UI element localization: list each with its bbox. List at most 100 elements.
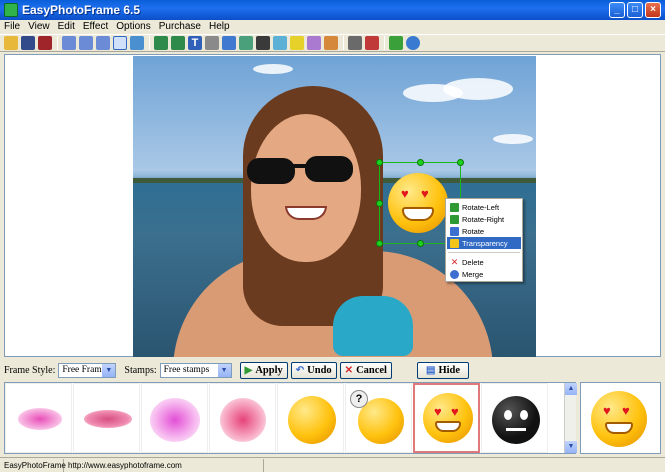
stamps-select[interactable]: Free stamps ▼ (159, 362, 232, 378)
frame-icon[interactable] (205, 36, 219, 50)
status-app: EasyPhotoFrame (0, 458, 66, 472)
menu-file[interactable]: File (4, 20, 20, 34)
levels-icon[interactable] (307, 36, 321, 50)
resize-icon[interactable] (171, 36, 185, 50)
open-folder-icon[interactable] (4, 36, 18, 50)
menu-bar: File View Edit Effect Options Purchase H… (0, 20, 665, 34)
red-eye-icon[interactable] (290, 36, 304, 50)
menu-help[interactable]: Help (209, 20, 230, 34)
menu-separator (448, 252, 520, 253)
menu-purchase[interactable]: Purchase (159, 20, 201, 34)
preview-love-emoji: ♥ ♥ (591, 391, 647, 447)
menu-item-rotate-left[interactable]: Rotate-Left (447, 201, 521, 213)
minimize-button[interactable]: _ (609, 2, 625, 18)
text-icon[interactable]: T (188, 36, 202, 50)
apply-button[interactable]: ▶ Apply (239, 361, 288, 379)
status-url: http://www.easyphotoframe.com (64, 458, 264, 472)
stamp-gallery: ? ♥ ♥ (4, 382, 576, 454)
app-icon (4, 3, 18, 17)
menu-item-delete[interactable]: ✕ Delete (447, 256, 521, 268)
title-bar: EasyPhotoFrame 6.5 _ □ × (0, 0, 665, 20)
toolbar-separator (343, 36, 344, 50)
rotate-right-icon (450, 214, 459, 224)
stamp-thumbnail[interactable] (209, 383, 276, 453)
transparency-icon (450, 238, 459, 248)
stamp-thumbnail[interactable] (141, 383, 208, 453)
scroll-down-icon[interactable]: ▼ (565, 441, 577, 453)
web-icon[interactable] (406, 36, 420, 50)
cloud (493, 134, 533, 144)
resize-handle[interactable] (417, 159, 424, 166)
play-icon: ▶ (244, 364, 253, 376)
stamp-thumbnail[interactable] (73, 383, 140, 453)
chevron-down-icon[interactable]: ▼ (102, 363, 116, 377)
crop-icon[interactable] (154, 36, 168, 50)
save-as-icon[interactable] (38, 36, 52, 50)
fit-icon[interactable] (130, 36, 144, 50)
cloud (443, 78, 513, 100)
flip-icon[interactable] (239, 36, 253, 50)
menu-options[interactable]: Options (116, 20, 150, 34)
select-icon[interactable] (113, 36, 127, 50)
status-bar: EasyPhotoFrame http://www.easyphotoframe… (0, 457, 665, 472)
print-preview-icon[interactable] (365, 36, 379, 50)
zoom-in-icon[interactable] (79, 36, 93, 50)
maximize-button[interactable]: □ (627, 2, 643, 18)
menu-item-rotate[interactable]: Rotate (447, 225, 521, 237)
controls-bar: Frame Style: Free Frames ▼ Stamps: Free … (0, 360, 665, 380)
toolbar: T (0, 34, 665, 52)
stamp-thumbnail[interactable]: ? (345, 383, 412, 453)
rotate-icon[interactable] (222, 36, 236, 50)
close-icon: ✕ (344, 364, 354, 376)
menu-effect[interactable]: Effect (83, 20, 108, 34)
resize-handle[interactable] (376, 240, 383, 247)
frame-style-label: Frame Style: (4, 364, 56, 376)
gallery-scrollbar[interactable]: ▲ ▼ (564, 383, 577, 453)
undo-button[interactable]: ↶ Undo (290, 361, 337, 379)
scroll-up-icon[interactable]: ▲ (565, 383, 577, 395)
zoom-icon[interactable] (62, 36, 76, 50)
merge-icon (450, 269, 459, 279)
menu-edit[interactable]: Edit (58, 20, 75, 34)
context-menu: Rotate-Left Rotate-Right Rotate Transpar… (445, 198, 523, 282)
brightness-icon[interactable] (256, 36, 270, 50)
toolbar-separator (384, 36, 385, 50)
menu-item-transparency[interactable]: Transparency (447, 237, 521, 249)
resize-handle[interactable] (376, 200, 383, 207)
undo-icon: ↶ (295, 364, 305, 376)
cancel-button[interactable]: ✕ Cancel (339, 361, 392, 379)
save-icon[interactable] (21, 36, 35, 50)
person-face (251, 114, 361, 262)
hide-button[interactable]: ▤ Hide (416, 361, 470, 379)
resize-handle[interactable] (376, 159, 383, 166)
zoom-out-icon[interactable] (96, 36, 110, 50)
resize-handle[interactable] (457, 159, 464, 166)
histogram-icon[interactable] (324, 36, 338, 50)
delete-icon: ✕ (450, 256, 459, 267)
stamp-thumbnail[interactable] (277, 383, 344, 453)
stamp-thumbnail[interactable] (5, 383, 72, 453)
undo-icon[interactable] (389, 36, 403, 50)
window-title: EasyPhotoFrame 6.5 (22, 3, 141, 17)
canvas-area[interactable]: ♥ ♥ (4, 54, 661, 357)
sunglasses (247, 156, 353, 184)
toolbar-separator (57, 36, 58, 50)
menu-view[interactable]: View (28, 20, 50, 34)
cloud (253, 64, 293, 74)
love-emoji-stamp[interactable]: ♥ ♥ (388, 173, 448, 233)
window-icon: ▤ (425, 364, 436, 376)
stamp-thumbnail-selected[interactable]: ♥ ♥ (413, 383, 480, 453)
stamp-preview: ♥ ♥ (580, 382, 661, 454)
color-icon[interactable] (273, 36, 287, 50)
frame-style-select[interactable]: Free Frames ▼ (58, 362, 117, 378)
menu-item-merge[interactable]: Merge (447, 268, 521, 280)
stamp-thumbnail[interactable] (481, 383, 548, 453)
print-icon[interactable] (348, 36, 362, 50)
menu-item-rotate-right[interactable]: Rotate-Right (447, 213, 521, 225)
swimsuit (333, 296, 413, 356)
chevron-down-icon[interactable]: ▼ (217, 363, 231, 377)
stamps-label: Stamps: (124, 364, 157, 376)
resize-handle[interactable] (417, 240, 424, 247)
rotate-left-icon (450, 202, 459, 212)
close-button[interactable]: × (645, 2, 661, 18)
